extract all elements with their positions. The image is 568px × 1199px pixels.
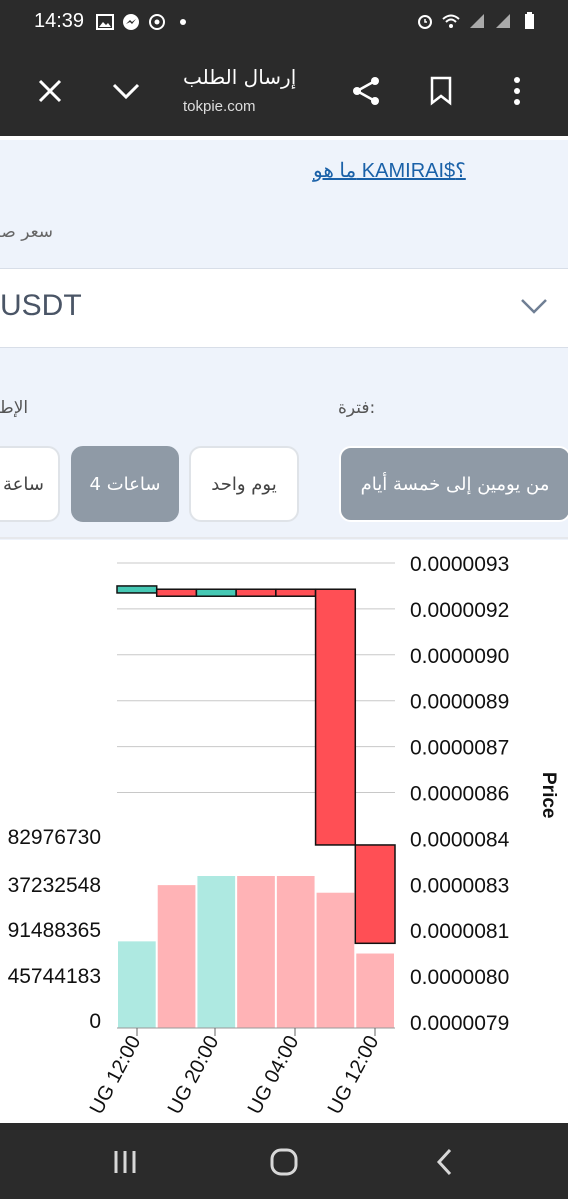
period-button-4-hours[interactable]: 4 ساعات xyxy=(71,446,179,522)
battery-icon xyxy=(525,12,534,29)
browser-toolbar: إرسال الطلب tokpie.com xyxy=(0,45,568,136)
home-icon xyxy=(270,1148,298,1176)
status-bar: 14:39 xyxy=(0,0,568,45)
price-tick-label: 0.0000090 xyxy=(410,645,509,668)
collapse-button[interactable] xyxy=(106,71,146,111)
period-button-1-hour[interactable]: ساعة xyxy=(0,446,60,522)
price-tick-label: 0.0000081 xyxy=(410,920,509,943)
what-is-link[interactable]: ما هو KAMIRAI$؟ xyxy=(313,158,466,183)
price-tick-label: 0.0000083 xyxy=(410,874,509,897)
close-button[interactable] xyxy=(30,71,70,111)
total-label: الإط xyxy=(0,398,29,418)
recents-button[interactable] xyxy=(105,1145,145,1179)
system-nav-bar xyxy=(0,1123,568,1199)
volume-bar xyxy=(276,876,315,1028)
x-tick-label: UG 12:00 xyxy=(86,1032,146,1118)
messenger-icon xyxy=(123,14,139,30)
dot-icon xyxy=(180,19,186,25)
share-button[interactable] xyxy=(346,71,386,111)
signal-icon xyxy=(470,14,484,28)
period-label: فترة: xyxy=(338,398,376,418)
volume-tick-label: 91488365 xyxy=(8,919,101,942)
volume-bar xyxy=(157,885,196,1028)
candle xyxy=(235,588,277,597)
bookmark-icon xyxy=(430,76,452,106)
alarm-icon xyxy=(418,15,432,29)
price-tick-label: 0.0000086 xyxy=(410,783,509,806)
price-tick-label: 0.0000080 xyxy=(410,966,509,989)
page-content: ما هو KAMIRAI$؟ سعر صر USDT الإط فترة: م… xyxy=(0,136,568,1123)
candle xyxy=(275,588,317,597)
volume-tick-label: 82976730 xyxy=(8,826,101,849)
period-button-2-5-days[interactable]: من يومين إلى خمسة أيام xyxy=(339,446,568,522)
price-chart: 0.0000093 0.0000092 0.0000090 0.0000089 0.00… xyxy=(0,537,568,1118)
period-button-label: 4 ساعات xyxy=(89,473,161,495)
period-button-1-day[interactable]: يوم واحد xyxy=(189,446,299,522)
candle xyxy=(195,588,237,597)
page-title: إرسال الطلب xyxy=(183,65,297,89)
x-tick-label: UG 12:00 xyxy=(324,1032,384,1118)
candle xyxy=(116,585,158,594)
price-tick-label: 0.0000079 xyxy=(410,1012,509,1035)
candle xyxy=(354,844,396,945)
back-button[interactable] xyxy=(424,1145,464,1179)
price-axis-label: Price xyxy=(538,772,559,818)
volume-tick-label: 0 xyxy=(89,1010,101,1033)
price-tick-label: 0.0000084 xyxy=(410,828,510,851)
gallery-icon xyxy=(96,14,114,30)
recents-icon xyxy=(114,1151,136,1173)
signal-icon xyxy=(496,14,510,28)
x-tick-label: UG 20:00 xyxy=(164,1032,224,1118)
period-button-label: من يومين إلى خمسة أيام xyxy=(360,473,550,495)
back-icon xyxy=(436,1148,452,1176)
pair-select-value: USDT xyxy=(0,289,82,322)
volume-bar xyxy=(356,953,394,1028)
volume-tick-label: 45744183 xyxy=(8,965,101,988)
volume-bar xyxy=(237,876,275,1028)
pair-select[interactable]: USDT xyxy=(0,268,568,348)
candle xyxy=(314,588,357,846)
period-button-label: ساعة xyxy=(3,473,44,495)
more-vertical-icon xyxy=(514,77,520,105)
status-time: 14:39 xyxy=(34,10,85,32)
bookmark-button[interactable] xyxy=(421,71,461,111)
pair-label: سعر صر xyxy=(0,222,54,242)
assistant-icon xyxy=(149,14,165,30)
price-tick-label: 0.0000087 xyxy=(410,737,509,760)
page-url: tokpie.com xyxy=(183,98,256,115)
volume-bar xyxy=(316,892,355,1028)
volume-bar xyxy=(118,941,156,1028)
price-tick-label: 0.0000093 xyxy=(410,553,509,576)
period-button-label: يوم واحد xyxy=(211,473,277,495)
volume-tick-label: 37232548 xyxy=(8,874,101,897)
more-menu-button[interactable] xyxy=(497,71,537,111)
share-icon xyxy=(353,77,379,105)
volume-bar xyxy=(197,876,236,1028)
wifi-icon xyxy=(442,14,460,28)
chevron-down-icon xyxy=(112,83,140,100)
close-icon xyxy=(38,79,62,103)
chevron-down-icon xyxy=(521,299,547,314)
x-tick-label: UG 04:00 xyxy=(244,1032,304,1118)
price-tick-label: 0.0000092 xyxy=(410,599,509,622)
price-tick-label: 0.0000089 xyxy=(410,691,509,714)
home-button[interactable] xyxy=(264,1145,304,1179)
order-panel: ما هو KAMIRAI$؟ سعر صر USDT الإط فترة: م… xyxy=(0,140,568,540)
candle xyxy=(155,588,198,597)
